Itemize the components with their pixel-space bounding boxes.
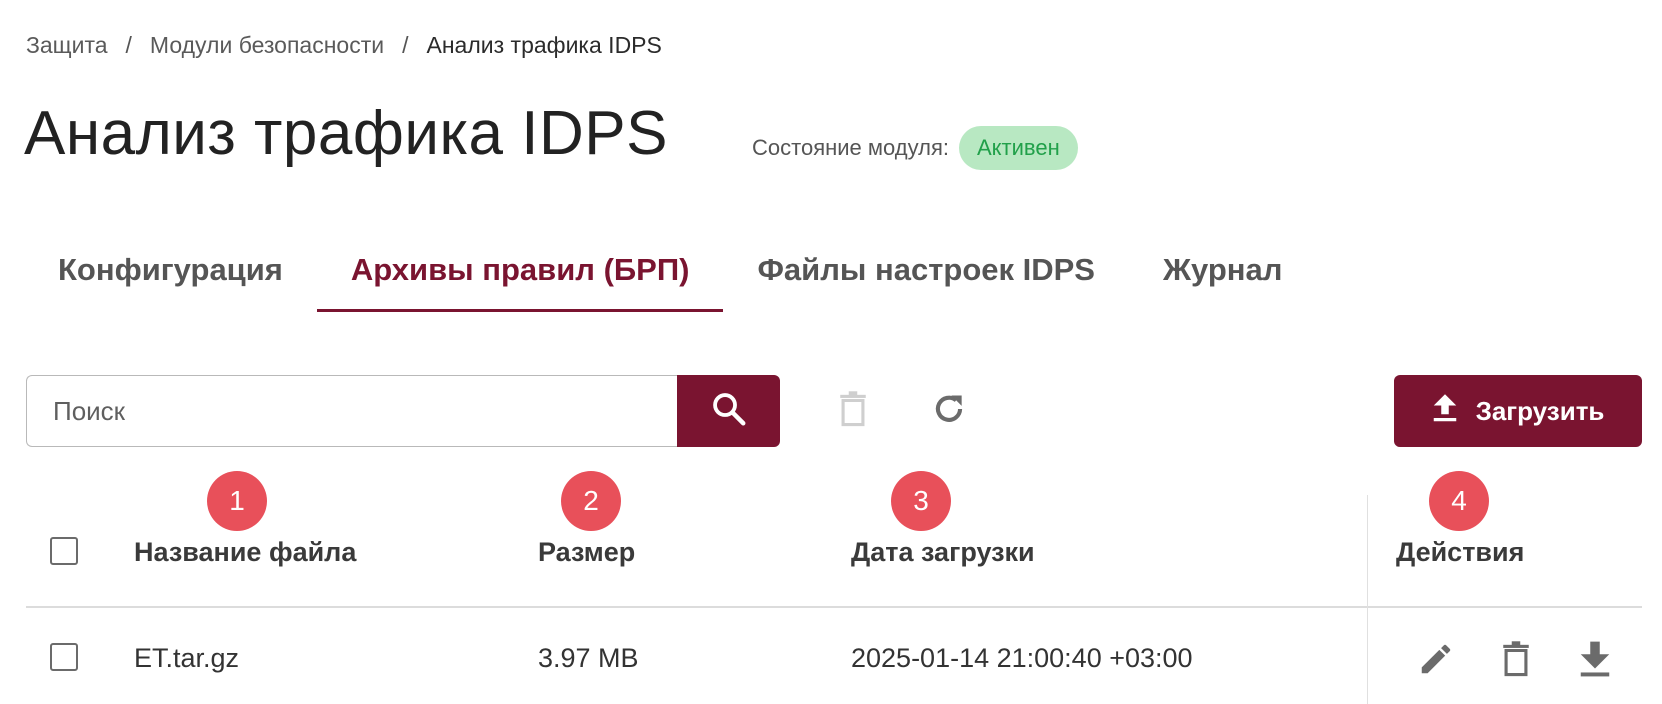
cell-upload-date: 2025-01-14 21:00:40 +03:00 bbox=[851, 643, 1193, 673]
marker-2: 2 bbox=[561, 471, 621, 531]
tab-configuration[interactable]: Конфигурация bbox=[24, 240, 317, 312]
breadcrumb-item-security-modules[interactable]: Модули безопасности bbox=[150, 32, 384, 59]
module-status: Состояние модуля: Активен bbox=[752, 126, 1078, 170]
upload-button[interactable]: Загрузить bbox=[1394, 375, 1642, 447]
search-icon bbox=[710, 390, 748, 433]
marker-3: 3 bbox=[891, 471, 951, 531]
status-badge: Активен bbox=[958, 126, 1078, 170]
breadcrumb: Защита / Модули безопасности / Анализ тр… bbox=[26, 32, 662, 59]
breadcrumb-separator: / bbox=[402, 32, 409, 58]
marker-1: 1 bbox=[207, 471, 267, 531]
actions-column-divider bbox=[1367, 495, 1368, 704]
column-header-actions: Действия bbox=[1396, 537, 1525, 567]
column-header-file-name[interactable]: Название файла bbox=[134, 537, 356, 568]
tab-idps-settings-files[interactable]: Файлы настроек IDPS bbox=[723, 240, 1129, 312]
search-button[interactable] bbox=[677, 375, 780, 447]
refresh-icon bbox=[930, 390, 968, 433]
upload-icon bbox=[1432, 393, 1476, 430]
edit-button[interactable] bbox=[1413, 638, 1459, 684]
table-header-divider bbox=[26, 606, 1642, 608]
tab-bar: Конфигурация Архивы правил (БРП) Файлы н… bbox=[24, 240, 1316, 312]
breadcrumb-separator: / bbox=[125, 32, 132, 58]
column-header-size[interactable]: Размер bbox=[538, 537, 635, 568]
tab-journal[interactable]: Журнал bbox=[1129, 240, 1316, 312]
column-header-upload-date[interactable]: Дата загрузки bbox=[851, 537, 1035, 568]
marker-4: 4 bbox=[1429, 471, 1489, 531]
upload-label: Загрузить bbox=[1475, 395, 1605, 426]
download-button[interactable] bbox=[1572, 638, 1618, 684]
delete-button[interactable] bbox=[1493, 638, 1539, 684]
search-input[interactable] bbox=[26, 375, 678, 447]
refresh-button[interactable] bbox=[924, 386, 974, 436]
select-all-checkbox[interactable] bbox=[50, 537, 78, 565]
breadcrumb-item-current: Анализ трафика IDPS bbox=[426, 32, 662, 58]
breadcrumb-item-protection[interactable]: Защита bbox=[26, 32, 108, 59]
cell-file-name: ET.tar.gz bbox=[134, 643, 240, 673]
trash-icon bbox=[836, 390, 870, 433]
edit-icon bbox=[1417, 640, 1455, 683]
trash-icon bbox=[1499, 639, 1533, 684]
row-checkbox[interactable] bbox=[50, 643, 78, 671]
delete-selected-button[interactable] bbox=[828, 386, 878, 436]
tab-rule-archives[interactable]: Архивы правил (БРП) bbox=[316, 240, 724, 312]
search-bar bbox=[26, 375, 780, 447]
cell-size: 3.97 MB bbox=[538, 643, 639, 673]
page-title: Анализ трафика IDPS bbox=[24, 99, 668, 168]
download-icon bbox=[1578, 640, 1612, 683]
status-label: Состояние модуля: bbox=[752, 135, 949, 160]
